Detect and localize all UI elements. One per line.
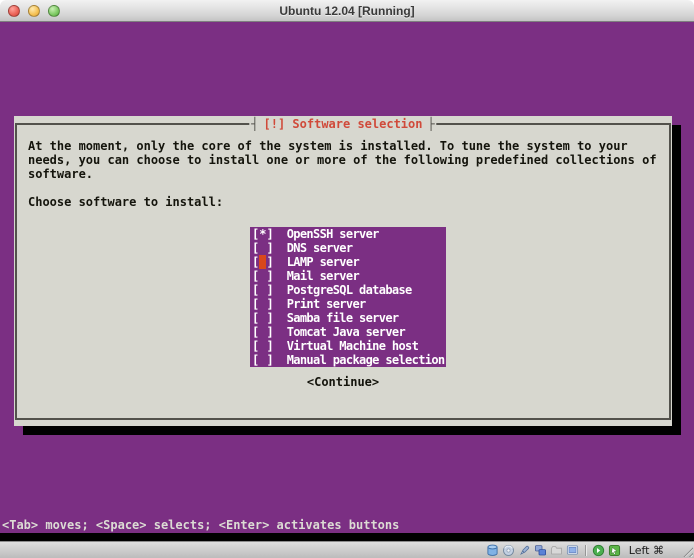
software-item-print-server[interactable]: [ ]Print server <box>252 297 446 311</box>
checkbox-mark <box>259 353 266 367</box>
optical-disc-icon[interactable] <box>502 544 515 557</box>
host-key-label: Left ⌘ <box>629 544 664 557</box>
software-item-label: PostgreSQL database <box>287 283 412 297</box>
checkbox-mark <box>259 297 266 311</box>
letterbox-strip <box>0 533 694 541</box>
software-item-label: OpenSSH server <box>287 227 379 241</box>
software-item-virtual-machine-host[interactable]: [ ]Virtual Machine host <box>252 339 446 353</box>
vbox-status-bar: Left ⌘ <box>0 541 694 558</box>
software-item-label: Samba file server <box>287 311 399 325</box>
software-item-tomcat-java-server[interactable]: [ ]Tomcat Java server <box>252 325 446 339</box>
dialog-title-text: [!] Software selection <box>259 117 428 131</box>
software-item-mail-server[interactable]: [ ]Mail server <box>252 269 446 283</box>
checkbox-mark <box>259 311 266 325</box>
checkbox-mark <box>259 241 266 255</box>
shared-folders-icon[interactable] <box>550 544 563 557</box>
software-item-manual-package-selection[interactable]: [ ]Manual package selection <box>252 353 446 367</box>
software-checklist[interactable]: [*]OpenSSH server[ ]DNS server[ ]LAMP se… <box>250 227 446 367</box>
checkbox-mark <box>259 269 266 283</box>
checkbox-mark <box>259 339 266 353</box>
border-junction-right: ├ <box>427 117 434 131</box>
dialog-title: ┤[!] Software selection├ <box>249 117 436 131</box>
software-item-label: Tomcat Java server <box>287 325 405 339</box>
continue-button[interactable]: <Continue> <box>307 375 379 389</box>
software-item-postgresql-database[interactable]: [ ]PostgreSQL database <box>252 283 446 297</box>
display-icon[interactable] <box>566 544 579 557</box>
checkbox-mark: * <box>259 227 266 241</box>
status-separator <box>585 545 586 556</box>
mouse-integration-icon[interactable] <box>608 544 621 557</box>
dialog-description: At the moment, only the core of the syst… <box>28 139 657 181</box>
software-item-label: Manual package selection <box>287 353 445 367</box>
virtualbox-window: Ubuntu 12.04 [Running] ┤[!] Software sel… <box>0 0 694 558</box>
window-titlebar[interactable]: Ubuntu 12.04 [Running] <box>0 0 694 22</box>
software-item-label: LAMP server <box>287 255 359 269</box>
usb-icon[interactable] <box>518 544 531 557</box>
vm-screen[interactable]: ┤[!] Software selection├ At the moment, … <box>0 22 694 533</box>
software-item-samba-file-server[interactable]: [ ]Samba file server <box>252 311 446 325</box>
software-item-label: Virtual Machine host <box>287 339 419 353</box>
hard-disk-icon[interactable] <box>486 544 499 557</box>
device-indicators: Left ⌘ <box>486 542 664 558</box>
software-item-label: DNS server <box>287 241 353 255</box>
software-item-lamp-server[interactable]: [ ]LAMP server <box>252 255 446 269</box>
dialog-prompt: Choose software to install: <box>28 195 223 209</box>
network-icon[interactable] <box>534 544 547 557</box>
virtualization-icon[interactable] <box>592 544 605 557</box>
checkbox-mark <box>259 325 266 339</box>
software-item-dns-server[interactable]: [ ]DNS server <box>252 241 446 255</box>
help-line: <Tab> moves; <Space> selects; <Enter> ac… <box>2 518 399 532</box>
software-item-openssh-server[interactable]: [*]OpenSSH server <box>252 227 446 241</box>
software-selection-dialog: ┤[!] Software selection├ At the moment, … <box>14 116 672 426</box>
window-title: Ubuntu 12.04 [Running] <box>0 0 694 22</box>
checkbox-mark <box>259 283 266 297</box>
software-item-label: Print server <box>287 297 366 311</box>
checkbox-cursor <box>259 255 266 269</box>
resize-grip[interactable] <box>681 545 693 557</box>
software-item-label: Mail server <box>287 269 359 283</box>
